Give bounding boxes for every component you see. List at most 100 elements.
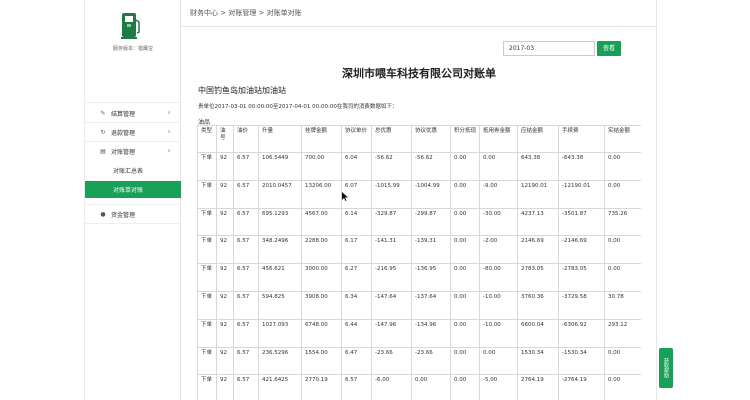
statement-table-container[interactable]: 类型 油号 油价 升量 挂牌金额 协议单价 总优惠 协议优惠 积分抵现 抵用券金… <box>197 125 641 400</box>
sidebar-subitem-statement[interactable]: 对账单对账 <box>85 181 181 198</box>
table-cell: 106.5449 <box>258 152 302 181</box>
table-cell: 6.57 <box>233 346 259 376</box>
report-title: 深圳市喂车科技有限公司对账单 <box>342 67 496 80</box>
table-cell: 0.00 <box>450 235 480 265</box>
table-cell: 0.00 <box>479 346 518 376</box>
table-cell: -299.87 <box>411 207 451 237</box>
sidebar-item-settlement[interactable]: ✎ 结算管理 ∨ <box>85 104 181 122</box>
table-cell: 348.2496 <box>258 235 302 265</box>
table-cell: 3760.36 <box>517 290 559 320</box>
station-name: 中国钓鱼岛加油站加油站 <box>198 86 286 95</box>
table-cell: 700.00 <box>301 152 342 181</box>
table-cell: 4237.13 <box>517 207 559 237</box>
header-divider <box>181 26 657 27</box>
column-header: 协议优惠 <box>411 125 451 153</box>
table-cell: 6.57 <box>233 179 259 209</box>
sidebar-item-label: 对账管理 <box>111 148 136 156</box>
sidebar-item-reconciliation[interactable]: ▤ 对账管理 ∧ <box>85 142 181 160</box>
column-header: 油号 <box>216 125 234 153</box>
chevron-up-icon: ∧ <box>167 148 171 154</box>
table-cell: -30.00 <box>479 207 518 237</box>
column-header: 油价 <box>233 125 259 153</box>
table-cell: -1004.99 <box>411 179 451 209</box>
sidebar-item-label: 资金管理 <box>111 211 136 219</box>
column-header: 应结金额 <box>517 125 559 153</box>
table-cell: 594.825 <box>258 290 302 320</box>
table-cell: 6.04 <box>341 152 372 181</box>
table-cell: -643.38 <box>558 152 605 181</box>
table-cell: 13206.00 <box>301 179 342 209</box>
table-cell: 下单 <box>197 346 217 376</box>
table-row: 下单 92 6.57 236.5296 1554.00 6.47 -23.66 -23.66 0… <box>197 346 641 376</box>
table-cell: 0.00 <box>450 207 480 237</box>
table-header-row: 类型 油号 油价 升量 挂牌金额 协议单价 总优惠 协议优惠 积分抵现 抵用券金… <box>197 125 641 153</box>
table-cell: 0.00 <box>604 179 641 209</box>
sidebar-item-funds[interactable]: ● 资金管理 <box>85 205 181 223</box>
table-cell: -6306.92 <box>558 318 605 348</box>
table-cell: 6.57 <box>341 374 372 400</box>
edit-icon: ✎ <box>100 109 106 117</box>
table-row: 下单 92 6.57 456.621 3000.00 6.27 -216.95 -136.95… <box>197 263 641 292</box>
table-cell: 0.00 <box>450 346 480 376</box>
table-cell: -10.00 <box>479 290 518 320</box>
table-cell: -1015.99 <box>371 179 412 209</box>
table-cell: -9.00 <box>479 179 518 209</box>
table-cell: 30.78 <box>604 290 641 320</box>
content-border <box>656 0 657 400</box>
sidebar-item-label: 结算管理 <box>111 110 136 118</box>
table-cell: 6.44 <box>341 318 372 348</box>
month-picker-input[interactable]: 2017-03 <box>503 41 595 56</box>
table-cell: 92 <box>216 290 234 320</box>
table-cell: -216.95 <box>371 263 412 292</box>
table-cell: 1554.00 <box>301 346 342 376</box>
table-cell: -10.00 <box>479 318 518 348</box>
report-description: 贵单位2017-03-01 00:00:00至2017-04-01 00:00:… <box>198 104 398 110</box>
table-cell: 0.00 <box>450 290 480 320</box>
table-cell: 0.00 <box>450 318 480 348</box>
sidebar-subitem-summary[interactable]: 对账汇总表 <box>85 162 181 179</box>
table-cell: 6.57 <box>233 152 259 181</box>
table-cell: 6.57 <box>233 263 259 292</box>
table-cell: 2770.19 <box>301 374 342 400</box>
table-cell: 695.1293 <box>258 207 302 237</box>
table-row: 下单 92 6.57 695.1293 4567.00 6.14 -329.87 -299.8… <box>197 207 641 237</box>
table-cell: 2146.69 <box>517 235 559 265</box>
table-row: 下单 92 6.57 348.2496 2288.00 6.17 -141.31 -139.3… <box>197 235 641 265</box>
table-cell: -147.96 <box>371 318 412 348</box>
table-cell: 0.00 <box>479 152 518 181</box>
table-cell: 下单 <box>197 235 217 265</box>
table-cell: 92 <box>216 235 234 265</box>
table-cell: -1530.34 <box>558 346 605 376</box>
table-cell: -2764.19 <box>558 374 605 400</box>
table-cell: 293.12 <box>604 318 641 348</box>
table-cell: 下单 <box>197 374 217 400</box>
table-cell: 下单 <box>197 318 217 348</box>
breadcrumb: 财务中心 > 对账管理 > 对账单对账 <box>190 9 302 17</box>
table-cell: 92 <box>216 207 234 237</box>
table-cell: 6.57 <box>233 374 259 400</box>
table-cell: 4567.00 <box>301 207 342 237</box>
table-cell: 0.00 <box>450 374 480 400</box>
table-cell: 0.00 <box>604 235 641 265</box>
view-button[interactable]: 查看 <box>597 41 621 56</box>
column-header: 类型 <box>197 125 217 153</box>
table-row: 下单 92 6.57 421.6425 2770.19 6.57 -6.00 0.00 0.00… <box>197 374 641 400</box>
table-cell: 735.26 <box>604 207 641 237</box>
table-cell: 下单 <box>197 207 217 237</box>
table-cell: 6.14 <box>341 207 372 237</box>
refund-icon: ↻ <box>100 128 106 136</box>
table-cell: 92 <box>216 346 234 376</box>
table-cell: 456.621 <box>258 263 302 292</box>
column-header: 挂牌金额 <box>301 125 342 153</box>
service-version-label: 服务版本：猎鹰宝 <box>112 46 153 52</box>
table-cell: 6.17 <box>341 235 372 265</box>
sidebar-item-refund[interactable]: ↻ 退款管理 ∨ <box>85 123 181 141</box>
mouse-cursor-icon <box>342 186 348 201</box>
table-cell: 下单 <box>197 290 217 320</box>
chevron-down-icon: ∨ <box>167 110 171 116</box>
table-cell: 3908.00 <box>301 290 342 320</box>
gas-pump-logo-icon <box>121 12 141 40</box>
help-float-tab[interactable]: 获取帮助 <box>659 348 673 388</box>
table-cell: -329.87 <box>371 207 412 237</box>
table-cell: 6.47 <box>341 346 372 376</box>
